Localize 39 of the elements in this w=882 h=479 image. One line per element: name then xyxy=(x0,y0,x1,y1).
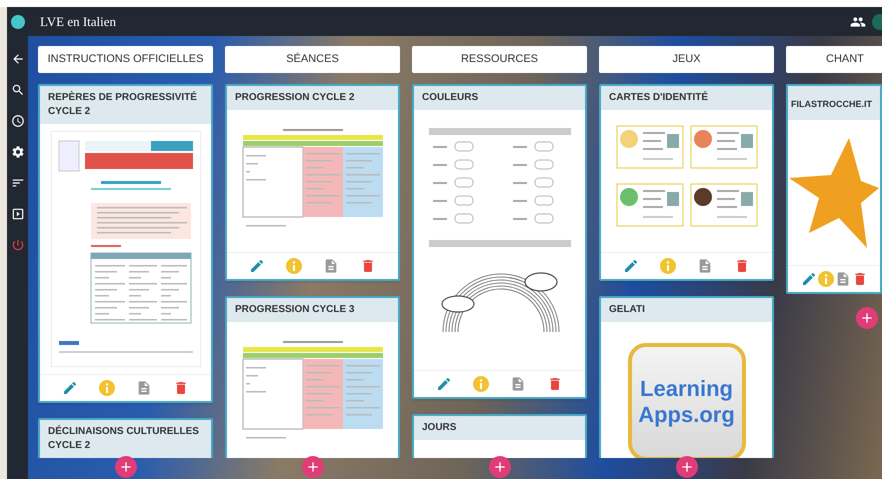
pencil-icon[interactable] xyxy=(800,271,816,287)
search-icon[interactable] xyxy=(10,83,24,97)
pencil-icon[interactable] xyxy=(62,380,78,396)
add-button[interactable] xyxy=(676,456,698,478)
card-title: GELATI xyxy=(609,303,646,317)
document-icon[interactable] xyxy=(696,258,713,274)
add-button[interactable] xyxy=(489,456,511,478)
slideshow-icon[interactable] xyxy=(10,207,24,221)
card-title: PROGRESSION CYCLE 2 xyxy=(235,91,356,105)
column-title: SÉANCES xyxy=(286,52,339,68)
card-title: PROGRESSION CYCLE 3 xyxy=(235,303,356,317)
column-title: JEUX xyxy=(672,52,701,68)
clock-icon[interactable] xyxy=(10,114,24,128)
card-title: REPÈRES DE PROGRESSIVITÉ CYCLE 2 xyxy=(48,91,198,119)
settings-icon[interactable] xyxy=(10,145,24,159)
card-title: DÉCLINAISONS CULTURELLES CYCLE 2 xyxy=(48,425,200,453)
card-title: FILASTROCCHE.IT xyxy=(791,98,872,111)
column-title: RESSOURCES xyxy=(460,52,538,68)
board-title: LVE en Italien xyxy=(40,12,116,31)
avatar-icon[interactable] xyxy=(872,14,882,30)
add-button[interactable] xyxy=(115,456,137,478)
power-icon[interactable] xyxy=(10,238,24,252)
column-title: CHANT xyxy=(826,52,864,68)
card-title: JOURS xyxy=(422,421,458,435)
card-title: COULEURS xyxy=(422,91,480,105)
document-icon[interactable] xyxy=(510,376,526,392)
pencil-icon[interactable] xyxy=(623,258,640,274)
column-title: INSTRUCTIONS OFFICIELLES xyxy=(48,52,204,68)
document-icon[interactable] xyxy=(136,380,152,396)
card-title: CARTES D'IDENTITÉ xyxy=(609,91,710,105)
logo-text: Learning xyxy=(640,376,733,402)
logo-text: Apps.org xyxy=(638,402,735,428)
pencil-icon[interactable] xyxy=(436,376,452,392)
pencil-icon[interactable] xyxy=(249,258,266,274)
back-arrow-icon[interactable] xyxy=(10,52,24,66)
document-icon[interactable] xyxy=(834,271,850,287)
add-button[interactable] xyxy=(856,307,878,329)
document-icon[interactable] xyxy=(322,258,339,274)
add-button[interactable] xyxy=(302,456,324,478)
